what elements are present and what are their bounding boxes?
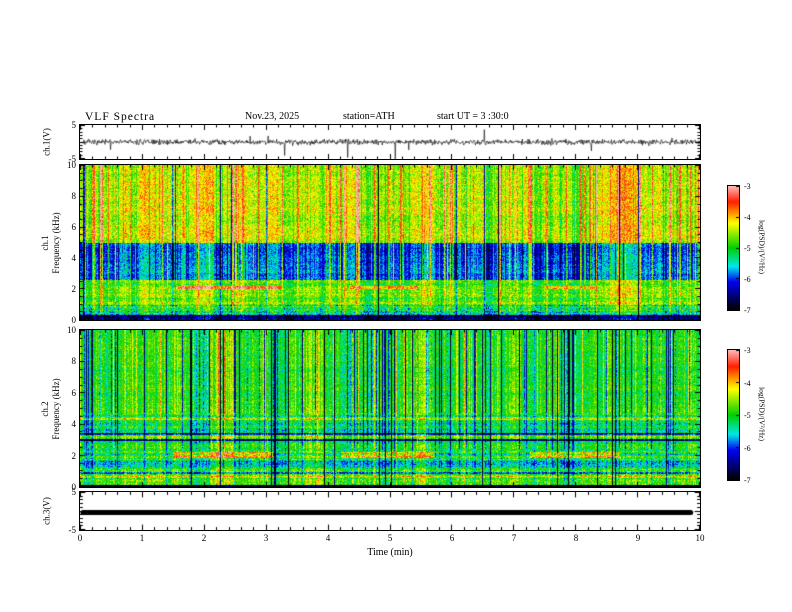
ch3-flatline-panel <box>79 491 701 531</box>
x-tick-label: 3 <box>263 533 269 543</box>
y-tick-label: 8 <box>71 356 77 367</box>
x-tick-label: 9 <box>635 533 641 543</box>
y-tick-label: -5 <box>68 525 77 535</box>
vlf-spectra-figure: VLF Spectra Nov.23, 2025 station=ATH sta… <box>0 0 792 612</box>
plot-date: Nov.23, 2025 <box>245 111 300 122</box>
y-tick-label: 6 <box>71 387 77 398</box>
x-tick-label: 7 <box>511 533 517 543</box>
colorbar-tick-label: -4 <box>744 213 751 222</box>
colorbar-tick-label: -5 <box>744 244 751 253</box>
y-tick-label: 2 <box>71 284 77 294</box>
colorbar-ch1 <box>727 185 740 311</box>
x-tick-label: 5 <box>387 533 393 543</box>
colorbar-tick-label: -6 <box>744 275 751 284</box>
x-tick-label: 4 <box>325 533 331 543</box>
colorbar-tick-label: -4 <box>744 378 751 388</box>
colorbar-tick-label: -3 <box>744 182 751 191</box>
y-tick-label: 10 <box>67 325 76 335</box>
x-axis-label: Time (min) <box>367 547 413 558</box>
x-tick-label: 1 <box>139 533 145 543</box>
y-tick-label: 8 <box>71 191 77 201</box>
x-tick-label: 6 <box>449 533 455 543</box>
y-tick-label: 4 <box>71 419 77 430</box>
y-tick-label: 0 <box>71 315 77 325</box>
x-tick-label: 2 <box>201 533 207 543</box>
colorbar-tick-label: -5 <box>744 411 751 420</box>
ch1-wave-ylabel: ch.1(V) <box>41 128 52 156</box>
plot-station: station=ATH <box>343 111 395 122</box>
y-tick-label: 4 <box>71 253 77 263</box>
y-tick-label: 6 <box>71 222 77 232</box>
ch3-ylabel: ch.3(V) <box>41 497 52 525</box>
x-tick-label: 10 <box>695 533 705 543</box>
ch1-spectrogram-panel <box>79 164 701 321</box>
colorbar-tick-label: -3 <box>744 346 751 355</box>
ch2-spectrogram-panel <box>79 329 701 488</box>
colorbar-tick-label: -6 <box>744 443 751 453</box>
y-tick-label: 2 <box>71 450 77 461</box>
y-tick-label: 5 <box>71 487 77 497</box>
ch1-waveform-panel <box>79 124 701 160</box>
x-tick-label: 8 <box>573 533 579 543</box>
y-tick-label: 5 <box>71 120 77 130</box>
colorbar-tick-label: -7 <box>744 476 751 485</box>
plot-title: VLF Spectra <box>85 111 156 123</box>
plot-start-ut: start UT = 3 :30:0 <box>437 111 509 122</box>
colorbar-tick-label: -7 <box>744 306 751 315</box>
colorbar-ch2 <box>727 349 740 481</box>
y-tick-label: 10 <box>67 160 76 170</box>
